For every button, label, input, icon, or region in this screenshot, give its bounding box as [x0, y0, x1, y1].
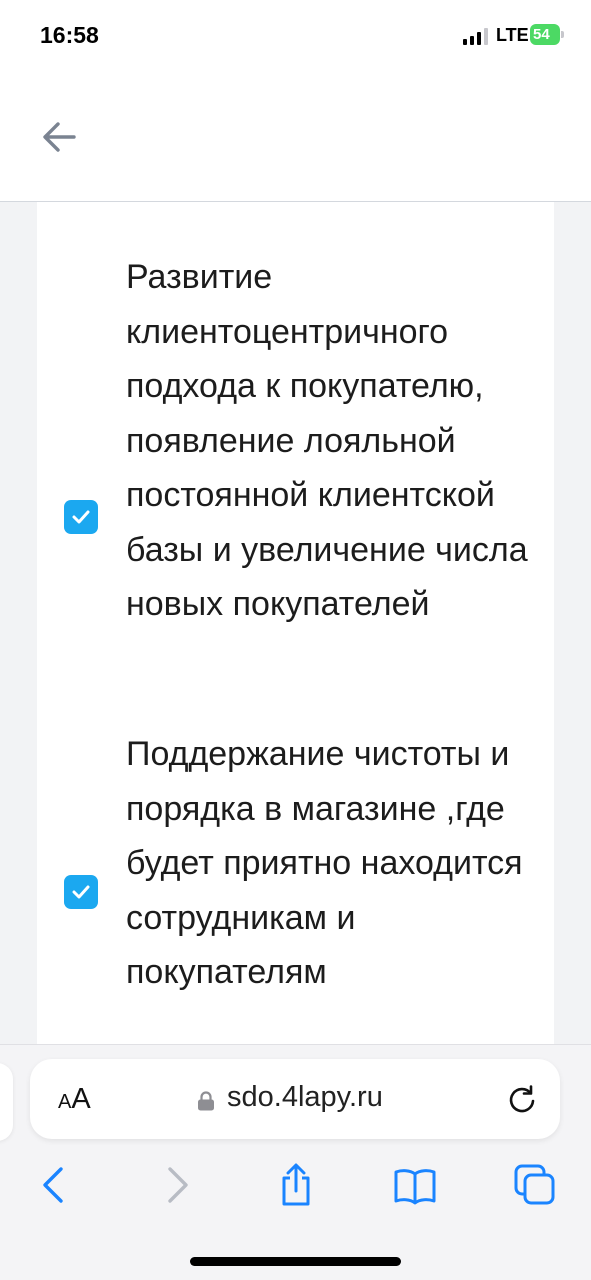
checklist-item-label: Поддержание чистоты и порядка в магазине…	[126, 735, 523, 991]
back-icon[interactable]	[32, 1163, 76, 1207]
share-icon[interactable]	[274, 1163, 318, 1207]
status-bar: 16:58 LTE 54	[0, 0, 591, 72]
previous-tab-preview[interactable]	[0, 1063, 13, 1141]
checkbox-checked-icon[interactable]	[64, 875, 98, 909]
back-arrow-icon[interactable]	[38, 116, 80, 158]
app-header	[0, 72, 591, 202]
address-bar[interactable]: AA sdo.4lapy.ru	[30, 1059, 560, 1139]
checklist-item[interactable]: Поддержание чистоты и порядка в магазине…	[37, 727, 554, 1044]
tabs-icon[interactable]	[513, 1163, 557, 1207]
lock-icon	[198, 1091, 214, 1111]
checklist-item-label: Развитие клиентоцентричного подхода к по…	[126, 258, 528, 623]
reload-icon[interactable]	[506, 1083, 538, 1115]
checkbox-checked-icon[interactable]	[64, 500, 98, 534]
browser-toolbar: AA sdo.4lapy.ru	[0, 1044, 591, 1280]
checklist-card: Развитие клиентоцентричного подхода к по…	[37, 202, 554, 1044]
status-time: 16:58	[40, 22, 99, 48]
forward-icon[interactable]	[155, 1163, 199, 1207]
page-content: Развитие клиентоцентричного подхода к по…	[0, 202, 591, 1044]
text-size-button[interactable]: AA	[58, 1083, 91, 1116]
network-type: LTE	[496, 25, 529, 45]
battery-tip	[561, 31, 564, 38]
checklist-item[interactable]: Развитие клиентоцентричного подхода к по…	[37, 250, 554, 690]
bookmarks-icon[interactable]	[393, 1163, 437, 1207]
home-indicator	[190, 1257, 401, 1266]
cellular-signal-icon	[463, 28, 488, 45]
url-text[interactable]: sdo.4lapy.ru	[227, 1081, 383, 1114]
battery-icon: 54	[530, 24, 560, 45]
